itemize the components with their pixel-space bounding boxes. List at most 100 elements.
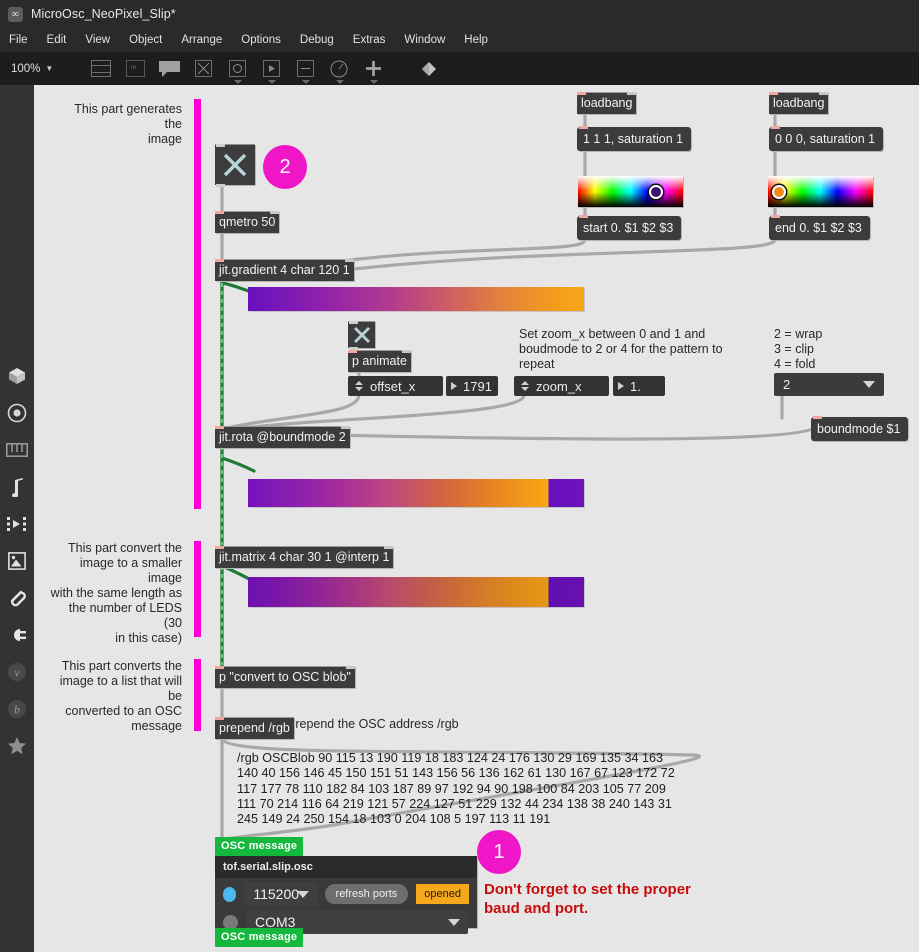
vizzie-icon[interactable]: v: [0, 653, 34, 690]
menu-item-debug[interactable]: Debug: [300, 34, 345, 46]
subpatcher-convert-to-osc-blob[interactable]: p "convert to OSC blob": [215, 666, 355, 688]
image-icon[interactable]: [0, 542, 34, 579]
step-badge-1: 1: [477, 830, 521, 874]
target-icon[interactable]: [0, 394, 34, 431]
keyboard-icon[interactable]: [0, 431, 34, 468]
message-start[interactable]: start 0. $1 $2 $3: [577, 215, 682, 240]
menu-item-arrange[interactable]: Arrange: [181, 34, 233, 46]
annotation-boundmode-legend: 2 = wrap 3 = clip 4 = fold: [774, 327, 823, 371]
object-prepend-rgb[interactable]: prepend /rgb: [215, 717, 294, 739]
step-badge-2: 2: [263, 145, 307, 189]
annotation-prepend-hint: Prepend the OSC address /rgb: [287, 717, 459, 731]
message-box-icon[interactable]: m: [122, 57, 148, 81]
chevron-down-icon[interactable]: [863, 381, 875, 388]
port-status-badge[interactable]: opened: [416, 884, 469, 904]
number-box-icon[interactable]: [292, 57, 318, 84]
clip-grid-icon[interactable]: [0, 505, 34, 542]
zoom-x-label: zoom_x: [536, 378, 582, 394]
message-start-color[interactable]: 1 1 1, saturation 1: [577, 126, 692, 151]
cube-icon[interactable]: [0, 357, 34, 394]
beap-icon[interactable]: b: [0, 690, 34, 727]
paperclip-icon[interactable]: [0, 579, 34, 616]
annotation-to-osc: This part converts the image to a list t…: [59, 659, 182, 733]
message-boundmode[interactable]: boundmode $1: [811, 416, 909, 441]
add-object-icon[interactable]: [360, 57, 386, 84]
chevron-down-icon[interactable]: [336, 79, 345, 84]
serial-bpatcher[interactable]: tof.serial.slip.osc 115200 refresh ports…: [215, 856, 477, 934]
offset-x-number-box[interactable]: offset_x: [348, 376, 443, 396]
slider-icon[interactable]: [258, 57, 284, 84]
object-jit-matrix[interactable]: jit.matrix 4 char 30 1 @interp 1: [215, 546, 394, 568]
zoom-x-value-box[interactable]: 1.: [613, 376, 665, 396]
start-color-handle[interactable]: [649, 185, 663, 199]
toggle-x-icon: [353, 327, 370, 343]
serial-baud-row: 115200 refresh ports opened: [215, 878, 477, 910]
zoom-level[interactable]: 100%: [11, 63, 40, 75]
baud-dropdown[interactable]: 115200: [244, 882, 317, 906]
baud-port-warning: Don't forget to set the proper baud and …: [484, 881, 691, 917]
menu-item-extras[interactable]: Extras: [353, 34, 397, 46]
object-qmetro[interactable]: qmetro 50: [215, 211, 280, 233]
section-bar-resize: [194, 541, 201, 637]
patcher-toolbar: 100% ▼ m: [0, 52, 919, 85]
chevron-down-icon[interactable]: [370, 79, 379, 84]
chevron-down-icon[interactable]: ▼: [45, 64, 53, 73]
osc-blob-output: /rgb OSCBlob 90 115 13 190 119 18 183 12…: [237, 751, 679, 827]
message-end-color[interactable]: 0 0 0, saturation 1: [769, 126, 884, 151]
menu-item-object[interactable]: Object: [129, 34, 173, 46]
chevron-down-icon[interactable]: [268, 79, 277, 84]
annotation-generate-image: This part generates the image: [74, 102, 182, 146]
toggle-x-icon: [223, 153, 247, 177]
svg-text:m: m: [131, 63, 136, 71]
dial-icon[interactable]: [326, 57, 352, 84]
left-sidebar: v b: [0, 85, 34, 952]
zoom-x-value: 1.: [630, 378, 641, 394]
message-end[interactable]: end 0. $1 $2 $3: [769, 215, 870, 240]
menu-item-window[interactable]: Window: [404, 34, 456, 46]
menu-item-view[interactable]: View: [85, 34, 121, 46]
object-jit-rota[interactable]: jit.rota @boundmode 2: [215, 426, 350, 448]
subpatcher-animate[interactable]: p animate: [348, 350, 411, 372]
max-icon: ∞: [8, 6, 23, 22]
button-icon[interactable]: [224, 57, 250, 84]
offset-x-value: 1791: [463, 378, 492, 394]
svg-text:b: b: [14, 702, 20, 716]
osc-message-tab-bottom: OSC message: [215, 928, 304, 947]
animate-toggle[interactable]: [348, 321, 375, 350]
menu-item-file[interactable]: File: [9, 34, 39, 46]
chevron-down-icon[interactable]: [296, 890, 309, 898]
end-color-handle[interactable]: [772, 185, 786, 199]
object-jit-gradient[interactable]: jit.gradient 4 char 120 1: [215, 259, 354, 281]
metro-toggle[interactable]: [215, 144, 255, 187]
stepper-arrows-icon[interactable]: [520, 381, 529, 391]
menu-item-options[interactable]: Options: [241, 34, 292, 46]
offset-x-label: offset_x: [370, 378, 416, 394]
max-patcher-window: ∞ MicroOsc_NeoPixel_Slip* File Edit View…: [0, 0, 919, 952]
toggle-icon[interactable]: [190, 57, 216, 81]
star-icon[interactable]: [0, 727, 34, 764]
offset-x-value-box[interactable]: 1791: [446, 376, 498, 396]
menu-item-edit[interactable]: Edit: [47, 34, 78, 46]
plug-icon[interactable]: [0, 616, 34, 653]
paint-bucket-icon[interactable]: [416, 57, 442, 81]
chevron-down-icon[interactable]: [234, 79, 243, 84]
end-color-swatch[interactable]: [768, 176, 873, 207]
chevron-down-icon[interactable]: [302, 79, 311, 84]
patcher-canvas[interactable]: This part generates the image This part …: [34, 85, 919, 952]
section-bar-generate: [194, 99, 201, 509]
music-note-icon[interactable]: [0, 468, 34, 505]
start-color-swatch[interactable]: [578, 176, 683, 207]
comment-icon[interactable]: [156, 57, 182, 81]
boundmode-dropdown[interactable]: 2: [774, 373, 884, 396]
baud-value: 115200: [253, 886, 300, 902]
refresh-ports-button[interactable]: refresh ports: [324, 884, 409, 904]
stepper-arrows-icon[interactable]: [354, 381, 363, 391]
zoom-x-number-box[interactable]: zoom_x: [514, 376, 609, 396]
svg-text:v: v: [14, 665, 20, 679]
loadbang-left[interactable]: loadbang: [577, 92, 637, 114]
chevron-down-icon[interactable]: [448, 918, 460, 926]
loadbang-right[interactable]: loadbang: [769, 92, 829, 114]
menu-item-help[interactable]: Help: [464, 34, 499, 46]
inspector-icon[interactable]: [88, 57, 114, 81]
menu-bar: File Edit View Object Arrange Options De…: [0, 28, 919, 52]
